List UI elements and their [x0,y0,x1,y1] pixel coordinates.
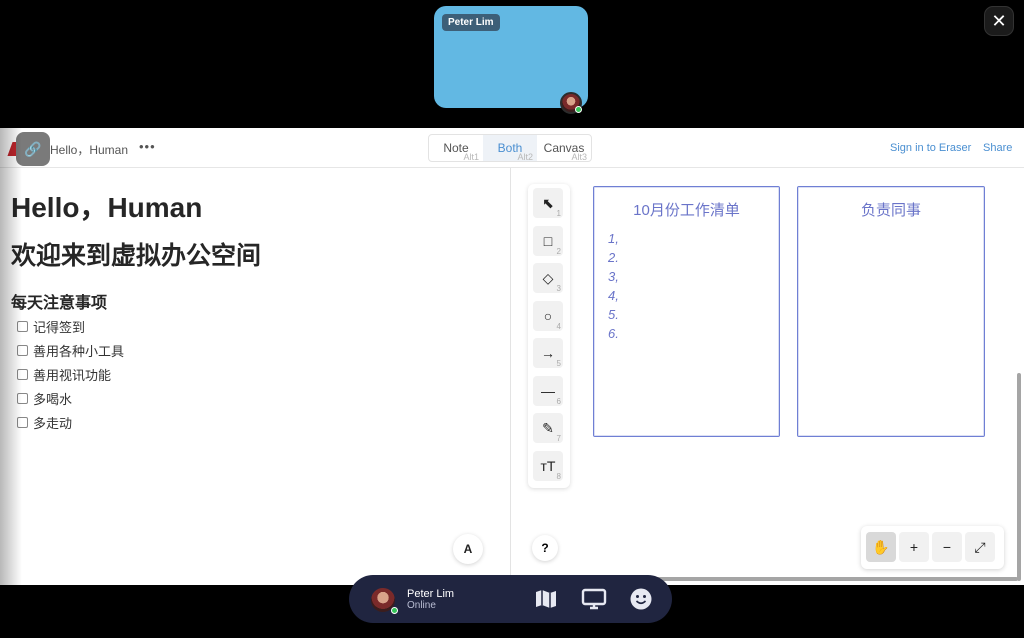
arrow-tool[interactable]: → 5 [533,338,563,368]
tool-shortcut: 1 [556,209,561,218]
cursor-icon: ⬉ [542,195,554,211]
line-tool[interactable]: —6 [533,375,563,406]
tab-note-shortcut: Alt1 [463,152,479,162]
checklist-item: 多走动 [17,410,124,434]
arrow-icon: → [541,345,555,361]
pencil-icon: ✎ [542,420,554,436]
note-heading-1: Hello，Human [11,192,203,223]
card-line: 4, [608,288,619,303]
tool-shortcut: 3 [556,284,561,293]
checklist-item-label: 善用视讯功能 [33,367,112,383]
card-lines: 1, 2. 3, 4, 5. 6. [608,231,619,345]
line-icon: — [541,382,555,399]
diamond-tool[interactable]: ◇ 3 [533,263,563,293]
eraser-app: 🔗 Hello，Human ••• Note Alt1 Both Alt2 Ca… [0,128,1024,585]
emoji-icon[interactable] [628,586,654,612]
tool-shortcut: 5 [556,359,561,368]
checklist: 记得签到 善用各种小工具 善用视讯功能 多喝水 多走动 [17,314,124,434]
card-line: 6. [608,326,619,341]
bottom-strip [0,626,1024,638]
view-mode-tabs: Note Alt1 Both Alt2 Canvas Alt3 [428,134,592,162]
checkbox[interactable] [17,392,28,404]
canvas-card-owners[interactable]: 负责同事 [797,186,985,437]
checklist-item: 善用视讯功能 [17,362,124,386]
checkbox[interactable] [17,416,28,428]
screen-share-icon[interactable] [581,586,607,612]
close-button[interactable]: ✕ [984,6,1014,36]
help-button[interactable]: ? [532,535,558,561]
checklist-item: 记得签到 [17,314,124,338]
tab-note[interactable]: Note Alt1 [429,135,483,162]
online-indicator [391,607,398,614]
zoom-controls: ✋ + − ⤢ [861,526,1004,569]
checklist-item-label: 多走动 [33,415,73,431]
document-title[interactable]: Hello，Human [50,141,128,158]
fit-screen-icon[interactable]: ⤢ [965,532,995,562]
text-tool[interactable]: тT 8 [533,450,563,481]
video-name-label: Peter Lim [442,14,500,31]
rectangle-tool[interactable]: □ 2 [533,225,563,256]
tab-canvas-shortcut: Alt3 [571,152,587,162]
canvas-pane[interactable]: ⬉ 1 □ 2 ◇ 3 ○ 4 → 5 —6 ✎ 7 тT 8 10月份工作清单 1, 2. … [512,168,1024,585]
card-line: 1, [608,231,619,246]
text-size-icon: тT [540,457,556,474]
tool-shortcut: 8 [556,471,561,481]
screen: Peter Lim ✕ 🔗 Hello，Human ••• Note Alt1 … [0,0,1024,638]
tab-both-shortcut: Alt2 [517,152,533,162]
online-indicator [575,106,582,113]
hand-icon[interactable]: ✋ [866,532,896,562]
card-line: 3, [608,269,619,284]
tool-palette: ⬉ 1 □ 2 ◇ 3 ○ 4 → 5 —6 ✎ 7 тT 8 [528,184,570,488]
pencil-tool[interactable]: ✎ 7 [533,413,563,443]
tool-shortcut: 4 [556,321,561,331]
note-pane[interactable]: Hello，Human 欢迎来到虚拟办公空间 每天注意事项 记得签到 善用各种小… [0,168,511,585]
card-title: 10月份工作清单 [633,202,740,219]
link-icon[interactable]: 🔗 [16,132,50,166]
vertical-scrollbar[interactable] [1017,373,1021,581]
share-link[interactable]: Share [983,142,1012,154]
ellipse-tool[interactable]: ○ 4 [533,300,563,331]
zoom-out-button[interactable]: − [932,532,962,562]
zoom-in-button[interactable]: + [899,532,929,562]
font-format-button[interactable]: A [453,534,483,564]
checkbox[interactable] [17,320,28,332]
app-topbar: 🔗 Hello，Human ••• Note Alt1 Both Alt2 Ca… [0,128,1024,168]
card-line: 5. [608,307,619,322]
checklist-item: 善用各种小工具 [17,338,124,362]
user-status: Online [407,600,436,611]
tool-shortcut: 7 [556,434,561,443]
note-heading-2: 欢迎来到虚拟办公空间 [11,242,262,270]
checklist-item-label: 多喝水 [33,391,73,407]
map-icon[interactable] [533,586,559,612]
video-tile[interactable]: Peter Lim [434,6,588,114]
checkbox[interactable] [17,344,28,356]
select-tool[interactable]: ⬉ 1 [533,188,563,218]
circle-icon: ○ [543,307,553,324]
avatar [560,92,582,114]
canvas-card-tasks[interactable]: 10月份工作清单 1, 2. 3, 4, 5. 6. [593,186,780,437]
avatar[interactable] [371,588,398,614]
tool-shortcut: 2 [556,246,561,256]
diamond-icon: ◇ [542,270,554,286]
note-heading-3: 每天注意事项 [11,295,108,312]
checklist-item-label: 善用各种小工具 [33,343,125,359]
more-menu-icon[interactable]: ••• [139,139,156,154]
sign-in-link[interactable]: Sign in to Eraser [890,142,971,154]
card-title: 负责同事 [860,202,921,219]
tab-canvas[interactable]: Canvas Alt3 [537,135,591,162]
checklist-item-label: 记得签到 [33,319,86,335]
bottom-bar: Peter Lim Online [349,575,672,623]
square-icon: □ [543,232,553,249]
user-name: Peter Lim [407,588,455,600]
tab-both[interactable]: Both Alt2 [483,135,537,162]
card-line: 2. [608,250,619,265]
checkbox[interactable] [17,368,28,380]
tool-shortcut: 6 [556,396,561,406]
checklist-item: 多喝水 [17,386,124,410]
